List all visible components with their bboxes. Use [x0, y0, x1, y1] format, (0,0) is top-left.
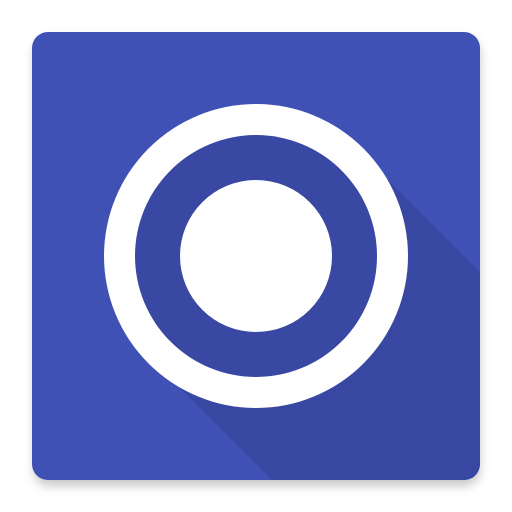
- app-icon-tile[interactable]: [32, 32, 480, 480]
- app-icon-canvas: [0, 0, 512, 512]
- center-dot: [180, 180, 332, 332]
- circle-record-icon: [32, 32, 480, 480]
